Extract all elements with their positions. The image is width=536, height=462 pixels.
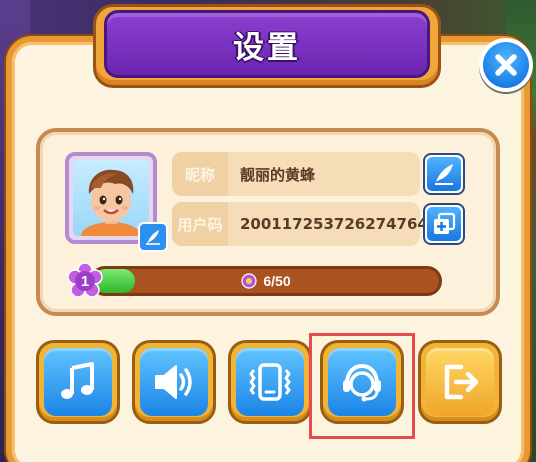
user-id-label: 用户码 [172, 202, 228, 246]
experience-icon [241, 273, 257, 289]
page-title: 设置 [233, 29, 301, 66]
copy-user-id-button[interactable] [423, 203, 465, 245]
nickname-row: 昵称 靓丽的黄蜂 [172, 152, 420, 196]
level-progress-bar: 6/50 [90, 266, 442, 296]
exit-icon [444, 364, 479, 400]
music-note-icon [61, 362, 94, 399]
sound-button[interactable] [132, 340, 216, 424]
level-number: 1 [80, 272, 90, 290]
nickname-value: 靓丽的黄蜂 [240, 165, 316, 184]
music-button[interactable] [36, 340, 120, 424]
highlight-box [309, 333, 415, 439]
progress-text: 6/50 [263, 273, 291, 289]
feather-pen-icon [146, 230, 160, 245]
nickname-label: 昵称 [172, 152, 228, 196]
close-button[interactable] [479, 38, 533, 92]
close-icon [483, 42, 529, 88]
user-id-value: 2001172537262747648 [240, 215, 439, 233]
vibrate-icon [249, 363, 291, 401]
edit-avatar-button[interactable] [138, 222, 168, 252]
logout-button[interactable] [418, 340, 502, 424]
edit-nickname-button[interactable] [423, 153, 465, 195]
user-id-row: 用户码 2001172537262747648 [172, 202, 438, 246]
speaker-icon [155, 365, 192, 399]
feather-pen-icon [435, 164, 453, 185]
copy-icon [434, 212, 456, 234]
vibration-button[interactable] [228, 340, 312, 424]
